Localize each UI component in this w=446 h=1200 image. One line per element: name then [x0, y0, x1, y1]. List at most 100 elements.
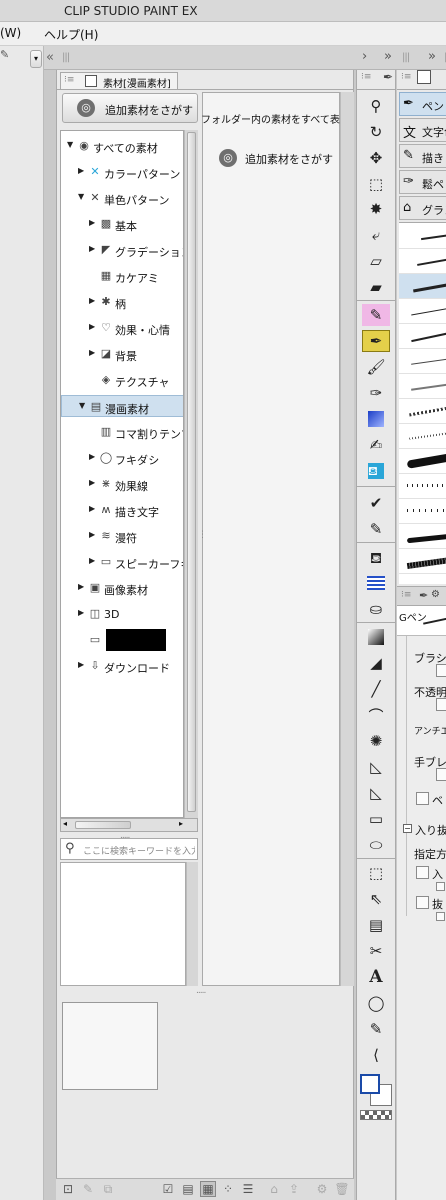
- expand-arrow-icon[interactable]: ▶: [78, 660, 84, 669]
- cut-frame-icon[interactable]: ✂: [362, 940, 390, 962]
- scroll-left-icon[interactable]: ◂: [63, 819, 67, 828]
- tree-item[interactable]: ▶ ✱ 柄: [61, 291, 183, 313]
- stamp-icon[interactable]: ⛀: [362, 598, 390, 620]
- tree-item[interactable]: ▶ ◪ 背景: [61, 343, 183, 365]
- tree-item[interactable]: ▼ ▤ 漫画素材: [61, 395, 183, 417]
- zoom-icon[interactable]: ⚲: [362, 95, 390, 117]
- splitter-handle[interactable]: .....: [196, 986, 206, 996]
- curve-line-icon[interactable]: ⌒: [362, 704, 390, 726]
- tree-item[interactable]: ▶ ▩ 基本: [61, 213, 183, 235]
- tree-item[interactable]: ▦ カケアミ: [61, 265, 183, 287]
- brush-stroke-preview[interactable]: [399, 274, 446, 299]
- grip-icon[interactable]: |||: [402, 52, 410, 63]
- pen-pink-icon[interactable]: ✎: [362, 304, 390, 326]
- expand-arrow-icon[interactable]: ▶: [89, 348, 95, 357]
- collapse-arrow-icon[interactable]: ▼: [67, 140, 73, 149]
- blend-icon[interactable]: ✍: [362, 434, 390, 456]
- find-more-button[interactable]: ◎ 追加素材をさがす: [62, 93, 198, 123]
- expand-arrow-icon[interactable]: ▶: [78, 608, 84, 617]
- in-checkbox[interactable]: [416, 866, 429, 879]
- transparent-color-swatch[interactable]: [360, 1110, 392, 1120]
- subtool-group-text[interactable]: 文文字色: [399, 118, 446, 142]
- search-field[interactable]: ⚲ ここに検索キーワードを入力し: [60, 838, 198, 860]
- small-thumb-view-icon[interactable]: ⁘: [220, 1181, 236, 1197]
- sunburst-icon[interactable]: ✺: [362, 730, 390, 752]
- brush-stroke-preview[interactable]: [399, 474, 446, 499]
- tree-item[interactable]: ▶ ▣ 画像素材: [61, 577, 183, 599]
- menu-icon[interactable]: ⁝≡: [64, 75, 74, 85]
- tree-item[interactable]: ▼ ✕ 単色パターン: [61, 187, 183, 209]
- scrollbar-thumb[interactable]: [187, 132, 196, 812]
- gear-icon[interactable]: ⚙: [431, 589, 440, 600]
- dropdown-button[interactable]: ▾: [30, 50, 42, 68]
- eraser-icon[interactable]: ▱: [362, 250, 390, 272]
- subtool-group-draw[interactable]: ✎ 描き: [399, 144, 446, 168]
- ruler-icon[interactable]: ◺: [362, 756, 390, 778]
- tag-list-scrollbar[interactable]: [186, 862, 198, 986]
- text-icon[interactable]: A: [362, 966, 390, 988]
- collapse-right-icon[interactable]: »: [428, 49, 436, 64]
- tree-item[interactable]: ▶ ≋ 漫符: [61, 525, 183, 547]
- in-sub-checkbox[interactable]: [436, 882, 445, 891]
- tree-item[interactable]: ▶ ⇩ ダウンロード: [61, 655, 183, 677]
- tree-item[interactable]: ▭: [61, 629, 183, 651]
- tag-list[interactable]: [60, 862, 186, 986]
- menu-icon[interactable]: ⁝≡: [361, 72, 371, 82]
- tree-item[interactable]: ▶ ◫ 3D: [61, 603, 183, 625]
- stabilization-checkbox[interactable]: [436, 768, 446, 781]
- brush-stroke-preview[interactable]: [399, 324, 446, 349]
- airbrush-icon[interactable]: ✑: [362, 382, 390, 404]
- tree-item[interactable]: ▶ ◤ グラデーション: [61, 239, 183, 261]
- ruler-icon[interactable]: ◺: [362, 782, 390, 804]
- scroll-right-icon[interactable]: ▸: [179, 819, 183, 828]
- material-tree[interactable]: ▼◉すべての素材 ▶✕カラーパターン ▼✕単色パターン ▶▩基本 ▶◤グラデーション ▦カ…: [60, 130, 184, 818]
- menu-help[interactable]: ヘルプ(H): [44, 26, 98, 43]
- straight-line-icon[interactable]: ╱: [362, 678, 390, 700]
- pressure-checkbox[interactable]: [436, 664, 446, 677]
- brush-stroke-preview[interactable]: [399, 374, 446, 399]
- expand-arrow-icon[interactable]: ▶: [89, 296, 95, 305]
- expand-arrow-icon[interactable]: ▶: [89, 504, 95, 513]
- expand-arrow-icon[interactable]: ▶: [89, 556, 95, 565]
- brush-stroke-preview[interactable]: [399, 249, 446, 274]
- tree-item[interactable]: ▶ ◯ フキダシ: [61, 447, 183, 469]
- menu-icon[interactable]: ⁝≡: [401, 72, 411, 82]
- brush-stroke-preview[interactable]: [399, 349, 446, 374]
- chevron-right-icon[interactable]: ›: [362, 49, 367, 64]
- tree-item[interactable]: ▶ ✕ カラーパターン: [61, 161, 183, 183]
- subtool-group-pen[interactable]: ✒ ペン: [399, 92, 446, 116]
- correction-line-icon[interactable]: ⟨: [362, 1044, 390, 1066]
- collapse-arrow-icon[interactable]: ▼: [78, 192, 84, 201]
- selection-icon[interactable]: ⬚: [362, 173, 390, 195]
- tree-horizontal-scrollbar[interactable]: ◂ ▸: [60, 818, 198, 832]
- tree-item[interactable]: ▶ ▭スピーカーフキダ: [61, 551, 183, 573]
- tree-item[interactable]: ▶ ⋇ 効果線: [61, 473, 183, 495]
- new-folder-icon[interactable]: ⊡: [60, 1181, 76, 1197]
- subtool-group-grand[interactable]: ⌂ グラン: [399, 196, 446, 220]
- pen-icon[interactable]: ✎: [362, 518, 390, 540]
- curve-icon[interactable]: ◢: [362, 652, 390, 674]
- figure-icon[interactable]: ✔: [362, 492, 390, 514]
- auto-select-icon[interactable]: ✸: [362, 198, 390, 220]
- large-thumb-view-icon[interactable]: ▦: [200, 1181, 216, 1197]
- tab-material[interactable]: ⁝≡ 素材[漫画素材]: [60, 72, 178, 90]
- tree-item[interactable]: ▼ ◉ すべての素材: [61, 135, 183, 157]
- brush-stroke-preview[interactable]: [399, 424, 446, 449]
- tree-item[interactable]: ◈ テクスチャ: [61, 369, 183, 391]
- collapse-arrow-icon[interactable]: ▼: [79, 401, 85, 410]
- gradient-icon[interactable]: [362, 626, 390, 648]
- menu-icon[interactable]: ⁝≡: [401, 590, 411, 600]
- scrollbar-thumb[interactable]: [75, 821, 131, 829]
- detail-view-icon[interactable]: ▤: [180, 1181, 196, 1197]
- brush-stroke-preview[interactable]: [399, 224, 446, 249]
- frame-border-icon[interactable]: ▤: [362, 914, 390, 936]
- tree-item[interactable]: ▥コマ割りテンプレ: [61, 421, 183, 443]
- fill-bucket-icon[interactable]: ⛾: [362, 548, 390, 570]
- pen-tab-icon[interactable]: ✒: [383, 70, 393, 84]
- expand-arrow-icon[interactable]: ▶: [89, 452, 95, 461]
- opacity-checkbox[interactable]: [436, 698, 446, 711]
- show-all-label[interactable]: フォルダー内の素材をすべて表示: [201, 111, 350, 126]
- collapse-right-icon[interactable]: »: [384, 49, 392, 64]
- brush-stroke-preview[interactable]: [399, 549, 446, 574]
- menu-window[interactable]: (W): [0, 26, 21, 40]
